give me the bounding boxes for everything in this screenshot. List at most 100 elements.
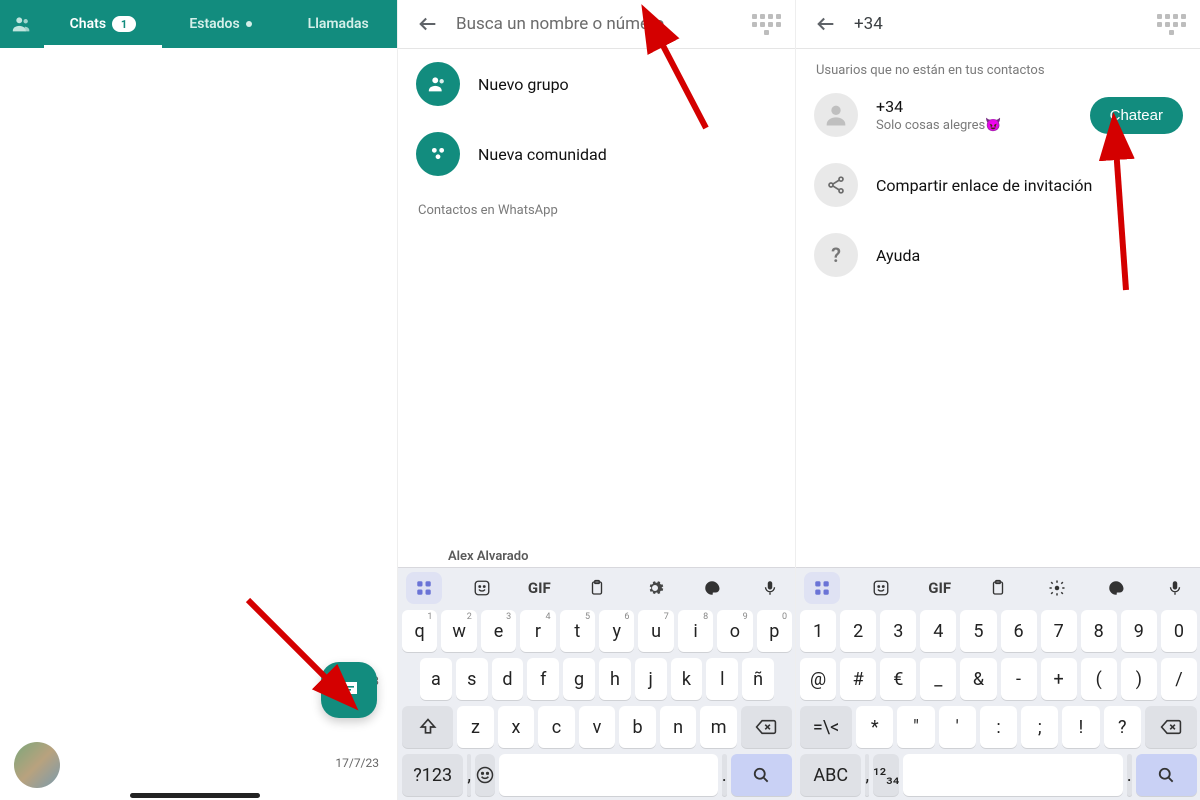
- key-backspace[interactable]: [1145, 706, 1197, 748]
- key-7[interactable]: 7: [1041, 610, 1077, 652]
- new-chat-fab[interactable]: [321, 662, 377, 718]
- key-4[interactable]: 4: [920, 610, 956, 652]
- key-[interactable]: €: [880, 658, 916, 700]
- key-w[interactable]: w2: [441, 610, 476, 652]
- tab-chats[interactable]: Chats 1: [44, 0, 162, 48]
- key-[interactable]: +: [1041, 658, 1077, 700]
- key-g[interactable]: g: [563, 658, 595, 700]
- key-c[interactable]: c: [538, 706, 575, 748]
- key-[interactable]: [499, 754, 718, 796]
- key-search[interactable]: [731, 754, 792, 796]
- key-1[interactable]: 1: [800, 610, 836, 652]
- key-s[interactable]: s: [456, 658, 488, 700]
- key-p[interactable]: p0: [757, 610, 792, 652]
- kbd-theme-icon[interactable]: [694, 572, 730, 604]
- key-h[interactable]: h: [599, 658, 631, 700]
- key-[interactable]: *: [856, 706, 893, 748]
- key-z[interactable]: z: [457, 706, 494, 748]
- kbd-settings-icon[interactable]: [637, 572, 673, 604]
- key-[interactable]: (: [1081, 658, 1117, 700]
- key-5[interactable]: 5: [960, 610, 996, 652]
- key-[interactable]: .: [722, 754, 727, 796]
- key-3[interactable]: 3: [880, 610, 916, 652]
- kbd-mic-icon[interactable]: [752, 572, 788, 604]
- share-invite-row[interactable]: Compartir enlace de invitación: [796, 150, 1200, 220]
- kbd-apps-icon[interactable]: [804, 572, 840, 604]
- key-[interactable]: ;: [1021, 706, 1058, 748]
- key-[interactable]: =\<: [800, 706, 852, 748]
- key-[interactable]: ,: [865, 754, 869, 796]
- dialpad-button[interactable]: [746, 4, 786, 44]
- kbd-theme-icon[interactable]: [1098, 572, 1134, 604]
- search-result-row[interactable]: +34 Solo cosas alegres😈 Chatear: [796, 80, 1200, 150]
- back-button[interactable]: [408, 4, 448, 44]
- key-[interactable]: ': [939, 706, 976, 748]
- kbd-clipboard-icon[interactable]: [579, 572, 615, 604]
- chat-avatar[interactable]: [14, 742, 60, 788]
- key-d[interactable]: d: [492, 658, 524, 700]
- key-e[interactable]: e3: [481, 610, 516, 652]
- key-r[interactable]: r4: [520, 610, 555, 652]
- communities-tab-icon[interactable]: [0, 13, 44, 35]
- key-[interactable]: ñ: [742, 658, 774, 700]
- key-123[interactable]: ?123: [402, 754, 463, 796]
- kbd-sticker-icon[interactable]: [863, 572, 899, 604]
- kbd-mic-icon[interactable]: [1157, 572, 1193, 604]
- key-[interactable]: _: [920, 658, 956, 700]
- key-[interactable]: ,: [467, 754, 471, 796]
- search-input[interactable]: +34: [854, 14, 1143, 34]
- key-abc[interactable]: ABC: [800, 754, 861, 796]
- keyboard-alpha[interactable]: GIF q1w2e3r4t5y6u7i8o9p0 asdfghjklñ zxcv…: [398, 567, 796, 800]
- key-y[interactable]: y6: [599, 610, 634, 652]
- kbd-clipboard-icon[interactable]: [980, 572, 1016, 604]
- chat-button[interactable]: Chatear: [1090, 97, 1183, 134]
- key-[interactable]: :: [980, 706, 1017, 748]
- key-8[interactable]: 8: [1081, 610, 1117, 652]
- key-0[interactable]: 0: [1161, 610, 1197, 652]
- key-[interactable]: !: [1062, 706, 1099, 748]
- key-[interactable]: ): [1121, 658, 1157, 700]
- key-9[interactable]: 9: [1121, 610, 1157, 652]
- key-b[interactable]: b: [619, 706, 656, 748]
- key-a[interactable]: a: [420, 658, 452, 700]
- search-input[interactable]: Busca un nombre o número.: [456, 14, 738, 34]
- key-l[interactable]: l: [706, 658, 738, 700]
- key-[interactable]: [903, 754, 1122, 796]
- tab-status[interactable]: Estados: [162, 0, 280, 48]
- key-f[interactable]: f: [527, 658, 559, 700]
- help-row[interactable]: ? Ayuda: [796, 220, 1200, 290]
- key-search[interactable]: [1136, 754, 1197, 796]
- key-k[interactable]: k: [671, 658, 703, 700]
- kbd-sticker-icon[interactable]: [464, 572, 500, 604]
- key-[interactable]: -: [1001, 658, 1037, 700]
- kbd-gif-button[interactable]: GIF: [521, 572, 557, 604]
- key-2[interactable]: 2: [840, 610, 876, 652]
- key-o[interactable]: o9: [717, 610, 752, 652]
- key-j[interactable]: j: [635, 658, 667, 700]
- key-[interactable]: ": [897, 706, 934, 748]
- key-[interactable]: /: [1161, 658, 1197, 700]
- keyboard-numeric[interactable]: GIF 1234567890 @#€_&-+()/ =\<*"':;!? ABC…: [796, 567, 1200, 800]
- key-[interactable]: ?: [1104, 706, 1141, 748]
- key-[interactable]: .: [1127, 754, 1132, 796]
- key-[interactable]: @: [800, 658, 836, 700]
- key-i[interactable]: i8: [678, 610, 713, 652]
- key-m[interactable]: m: [700, 706, 737, 748]
- key-[interactable]: #: [840, 658, 876, 700]
- kbd-gif-button[interactable]: GIF: [922, 572, 958, 604]
- key-n[interactable]: n: [660, 706, 697, 748]
- key-[interactable]: &: [960, 658, 996, 700]
- tab-calls[interactable]: Llamadas: [279, 0, 397, 48]
- new-group-row[interactable]: Nuevo grupo: [398, 49, 796, 119]
- new-community-row[interactable]: Nueva comunidad: [398, 119, 796, 189]
- key-u[interactable]: u7: [638, 610, 673, 652]
- key-6[interactable]: 6: [1001, 610, 1037, 652]
- kbd-apps-icon[interactable]: [406, 572, 442, 604]
- dialpad-button[interactable]: [1151, 4, 1191, 44]
- key-emoji[interactable]: [475, 754, 495, 796]
- back-button[interactable]: [806, 4, 846, 44]
- key-x[interactable]: x: [498, 706, 535, 748]
- key-v[interactable]: v: [579, 706, 616, 748]
- key-shift[interactable]: [402, 706, 453, 748]
- key-q[interactable]: q1: [402, 610, 437, 652]
